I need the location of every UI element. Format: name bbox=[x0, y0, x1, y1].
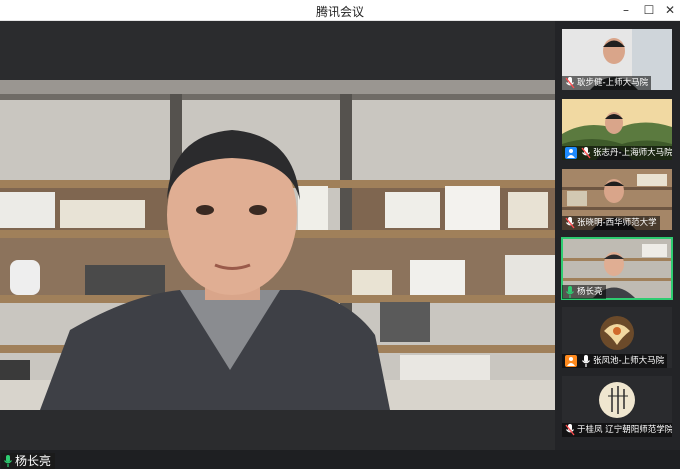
title-bar: 腾讯会议 – ☐ ✕ bbox=[0, 0, 680, 21]
speaker-video bbox=[0, 80, 555, 410]
participant-label: 耿步健-上师大马院 bbox=[562, 76, 652, 90]
participant-name: 耿步健-上师大马院 bbox=[577, 78, 649, 88]
main-video-area[interactable]: 杨长亮 bbox=[0, 21, 555, 469]
participant-name: 张凤池-上师大马院 bbox=[593, 356, 665, 366]
participant-label: 张凤池-上师大马院 bbox=[562, 354, 668, 368]
mic-muted-icon bbox=[565, 424, 575, 436]
speaker-name: 杨长亮 bbox=[15, 454, 52, 468]
participant-label: 张志丹-上海师大马院 bbox=[562, 146, 672, 160]
participant-tile[interactable]: 张凤池-上师大马院 bbox=[562, 307, 672, 368]
participant-name: 张晓明-西华师范大学 bbox=[577, 218, 657, 228]
mic-muted-icon bbox=[581, 147, 591, 159]
participant-tile[interactable]: 耿步健-上师大马院 bbox=[562, 29, 672, 90]
user-icon bbox=[565, 355, 577, 367]
participant-tile[interactable]: 张晓明-西华师范大学 bbox=[562, 169, 672, 230]
mic-active-icon bbox=[566, 286, 574, 298]
participant-tile-active[interactable]: 杨长亮 bbox=[561, 237, 673, 300]
mic-icon bbox=[582, 355, 590, 367]
participant-label: 杨长亮 bbox=[562, 285, 606, 299]
user-icon bbox=[565, 147, 577, 159]
minimize-button[interactable]: – bbox=[617, 1, 635, 19]
participant-label: 张晓明-西华师范大学 bbox=[562, 216, 660, 230]
speaker-name-tag: 杨长亮 bbox=[1, 453, 56, 469]
maximize-button[interactable]: ☐ bbox=[640, 1, 658, 19]
window-title: 腾讯会议 bbox=[315, 5, 364, 19]
participant-sidebar[interactable]: 耿步健-上师大马院 张志丹-上海师大马院 张晓明-西华师范大学 杨长亮 张凤池-… bbox=[555, 21, 680, 450]
mic-muted-icon bbox=[565, 77, 575, 89]
speaker-video-image bbox=[0, 80, 555, 410]
mic-muted-icon bbox=[565, 217, 575, 229]
participant-tile[interactable]: 张志丹-上海师大马院 bbox=[562, 99, 672, 160]
mic-active-icon bbox=[4, 455, 12, 467]
participant-name: 张志丹-上海师大马院 bbox=[593, 148, 672, 158]
participant-label: 于桂凤 辽宁朝阳师范学院 bbox=[562, 423, 672, 437]
participant-name: 杨长亮 bbox=[577, 287, 603, 297]
participant-name: 于桂凤 辽宁朝阳师范学院 bbox=[577, 425, 672, 435]
participant-tile[interactable]: 于桂凤 辽宁朝阳师范学院 bbox=[562, 376, 672, 437]
close-button[interactable]: ✕ bbox=[661, 1, 679, 19]
